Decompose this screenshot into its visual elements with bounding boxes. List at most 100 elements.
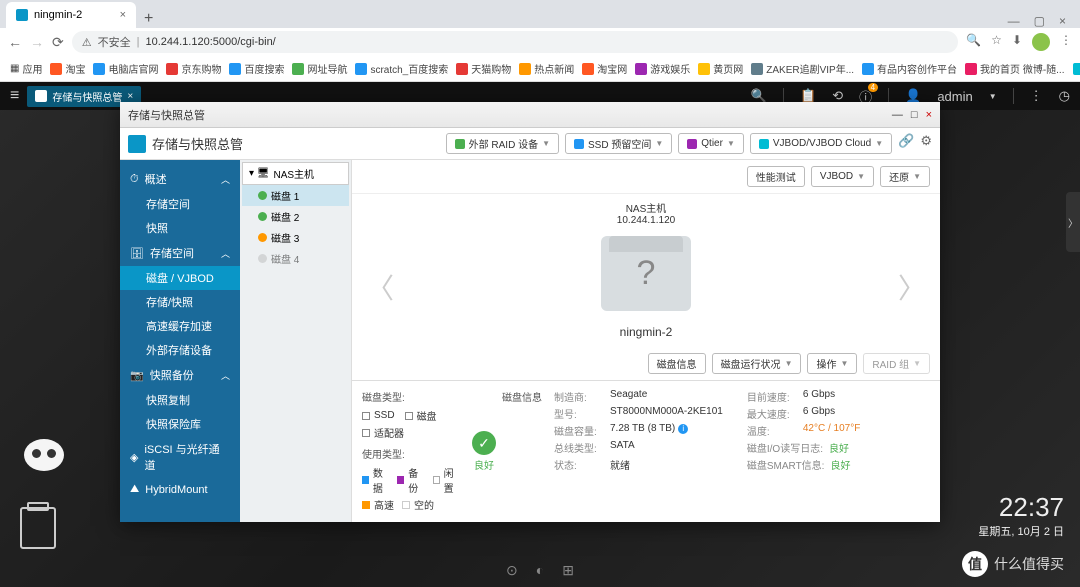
sidebar: ⏱ 概述︿ 存储空间 快照 🗄 存储空间︿ 磁盘 / VJBOD 存储/快照 高… bbox=[120, 160, 240, 522]
disk-type-label: 磁盘类型: bbox=[362, 389, 460, 404]
new-tab-button[interactable]: + bbox=[136, 10, 161, 28]
bookmark-item[interactable]: 淘宝网 bbox=[580, 59, 629, 78]
url-warning: 不安全 bbox=[98, 34, 131, 50]
url-text: 10.244.1.120:5000/cgi-bin/ bbox=[145, 36, 275, 48]
menu-icon[interactable]: ⋮ bbox=[1060, 33, 1072, 51]
dock-icon[interactable]: ⊙ bbox=[506, 562, 518, 579]
prev-disk-icon[interactable]: 〈 bbox=[366, 267, 394, 307]
link-icon[interactable]: 🔗 bbox=[898, 133, 914, 154]
bookmark-item[interactable]: ZAKER追剧VIP年... bbox=[749, 59, 856, 78]
bookmark-item[interactable]: 百度搜索 bbox=[227, 59, 286, 78]
address-bar[interactable]: ⚠ 不安全 | 10.244.1.120:5000/cgi-bin/ bbox=[72, 31, 958, 53]
more-icon[interactable]: ⋮ bbox=[1030, 88, 1043, 104]
gear-icon[interactable]: ⚙ bbox=[920, 133, 932, 154]
ext-icon[interactable]: ⬇ bbox=[1012, 33, 1022, 51]
bookmark-item[interactable]: 热点新闻 bbox=[517, 59, 576, 78]
bookmark-item[interactable]: 京东购物 bbox=[164, 59, 223, 78]
sidebar-item-disk-vjbod[interactable]: 磁盘 / VJBOD bbox=[120, 266, 240, 290]
maximize-icon[interactable]: □ bbox=[911, 109, 918, 121]
dashboard-icon[interactable]: ◷ bbox=[1059, 88, 1070, 104]
insecure-icon: ⚠ bbox=[82, 36, 92, 49]
raid-button[interactable]: 外部 RAID 设备▼ bbox=[446, 133, 559, 154]
bookmark-item[interactable]: 淘宝 bbox=[48, 59, 87, 78]
search-ext-icon[interactable]: 🔍 bbox=[966, 33, 981, 51]
sidebar-hybrid[interactable]: ⛰ HybridMount bbox=[120, 478, 240, 501]
disk-info-title: 磁盘信息 bbox=[502, 389, 542, 514]
info-row: 型号:ST8000NM000A-2KE101 bbox=[554, 406, 723, 421]
sidebar-iscsi[interactable]: ◈ iSCSI 与光纤通道 bbox=[120, 436, 240, 478]
tree-disk-4[interactable]: 磁盘 4 bbox=[242, 248, 349, 269]
info-row: 最大速度:6 Gbps bbox=[747, 406, 860, 421]
hamburger-icon[interactable]: ≡ bbox=[10, 87, 19, 105]
bookmark-item[interactable]: 黄页网 bbox=[696, 59, 745, 78]
check-icon: ✓ bbox=[472, 431, 496, 455]
sidebar-item-cache[interactable]: 高速缓存加速 bbox=[120, 314, 240, 338]
info-row: 磁盘SMART信息:良好 bbox=[747, 457, 860, 472]
apps-button[interactable]: ▦ 应用 bbox=[8, 59, 44, 78]
disk-info-button[interactable]: 磁盘信息 bbox=[648, 353, 706, 374]
maximize-icon[interactable]: ▢ bbox=[1034, 14, 1045, 28]
bookmark-item[interactable]: 我的首页 微博-随... bbox=[963, 59, 1066, 78]
bookmark-item[interactable]: scratch_百度搜索 bbox=[353, 59, 450, 78]
tree-disk-1[interactable]: 磁盘 1 bbox=[242, 185, 349, 206]
bookmark-item[interactable]: 天猫购物 bbox=[454, 59, 513, 78]
clock-date: 星期五, 10月 2 日 bbox=[978, 523, 1064, 539]
minimize-icon[interactable]: — bbox=[892, 109, 903, 121]
status-badge: ✓ 良好 bbox=[472, 431, 496, 472]
sidebar-snap-backup[interactable]: 📷 快照备份︿ bbox=[120, 362, 240, 388]
dock-icon[interactable]: ⊞ bbox=[562, 562, 574, 579]
star-icon[interactable]: ☆ bbox=[991, 33, 1002, 51]
sidebar-item-snap-vault[interactable]: 快照保险库 bbox=[120, 412, 240, 436]
close-icon[interactable]: × bbox=[127, 91, 133, 102]
vjbod-button[interactable]: VJBOD/VJBOD Cloud▼ bbox=[750, 133, 892, 154]
sidebar-item-snap-copy[interactable]: 快照复制 bbox=[120, 388, 240, 412]
bookmark-item[interactable]: (5 条消息) 首页 -... bbox=[1071, 59, 1080, 78]
info-row: 温度:42°C / 107°F bbox=[747, 423, 860, 438]
sidebar-item-snapshot[interactable]: 快照 bbox=[120, 216, 240, 240]
dock-icon[interactable]: ◐ bbox=[536, 562, 544, 579]
bookmark-item[interactable]: 网址导航 bbox=[290, 59, 349, 78]
side-panel-handle[interactable]: 〉 bbox=[1066, 192, 1080, 252]
disk-action-button[interactable]: 操作▼ bbox=[807, 353, 857, 374]
sidebar-storage[interactable]: 🗄 存储空间︿ bbox=[120, 240, 240, 266]
reload-icon[interactable]: ⟳ bbox=[52, 34, 64, 51]
restore-button[interactable]: 还原▼ bbox=[880, 166, 930, 187]
bookmark-item[interactable]: 有品内容创作平台 bbox=[860, 59, 959, 78]
sidebar-item-external[interactable]: 外部存储设备 bbox=[120, 338, 240, 362]
storage-manager-window: 存储与快照总管 — □ × 存储与快照总管 外部 RAID 设备▼ SSD 预留… bbox=[120, 102, 940, 522]
browser-tab[interactable]: ningmin-2 × bbox=[6, 2, 136, 28]
question-mark-icon: ? bbox=[637, 254, 656, 293]
perf-test-button[interactable]: 性能测试 bbox=[747, 166, 805, 187]
vjbod-action-button[interactable]: VJBOD▼ bbox=[811, 166, 874, 187]
watermark: 值 什么值得买 bbox=[962, 551, 1064, 577]
bookmark-item[interactable]: 电脑店官网 bbox=[91, 59, 160, 78]
back-icon[interactable]: ← bbox=[8, 34, 22, 50]
tree-disk-2[interactable]: 磁盘 2 bbox=[242, 206, 349, 227]
minimize-icon[interactable]: — bbox=[1008, 14, 1020, 28]
next-disk-icon[interactable]: 〉 bbox=[898, 267, 926, 307]
sidebar-overview[interactable]: ⏱ 概述︿ bbox=[120, 166, 240, 192]
tree-host[interactable]: ▾ 🖥 NAS主机 bbox=[242, 162, 349, 185]
profile-icon[interactable] bbox=[1032, 33, 1050, 51]
user-label[interactable]: admin bbox=[937, 89, 972, 104]
ssd-button[interactable]: SSD 预留空间▼ bbox=[565, 133, 672, 154]
assistant-robot-icon[interactable] bbox=[20, 439, 68, 487]
close-window-icon[interactable]: × bbox=[1059, 14, 1066, 28]
host-ip: 10.244.1.120 bbox=[617, 215, 675, 226]
qtier-button[interactable]: Qtier▼ bbox=[678, 133, 744, 154]
raid-group-button[interactable]: RAID 组▼ bbox=[863, 353, 930, 374]
toolbar-title: 存储与快照总管 bbox=[152, 134, 243, 153]
disk-graphic: ? bbox=[601, 236, 691, 311]
tree-disk-3[interactable]: 磁盘 3 bbox=[242, 227, 349, 248]
close-tab-icon[interactable]: × bbox=[120, 9, 126, 21]
trash-icon[interactable] bbox=[20, 507, 56, 549]
sidebar-item-storage-space[interactable]: 存储空间 bbox=[120, 192, 240, 216]
close-icon[interactable]: × bbox=[926, 109, 932, 121]
bookmark-item[interactable]: 游戏娱乐 bbox=[633, 59, 692, 78]
app-icon bbox=[35, 90, 47, 102]
sidebar-item-storage-snapshot[interactable]: 存储/快照 bbox=[120, 290, 240, 314]
forward-icon[interactable]: → bbox=[30, 34, 44, 50]
disk-status-button[interactable]: 磁盘运行状况▼ bbox=[712, 353, 802, 374]
info-row: 目前速度:6 Gbps bbox=[747, 389, 860, 404]
window-title: 存储与快照总管 bbox=[128, 107, 205, 123]
